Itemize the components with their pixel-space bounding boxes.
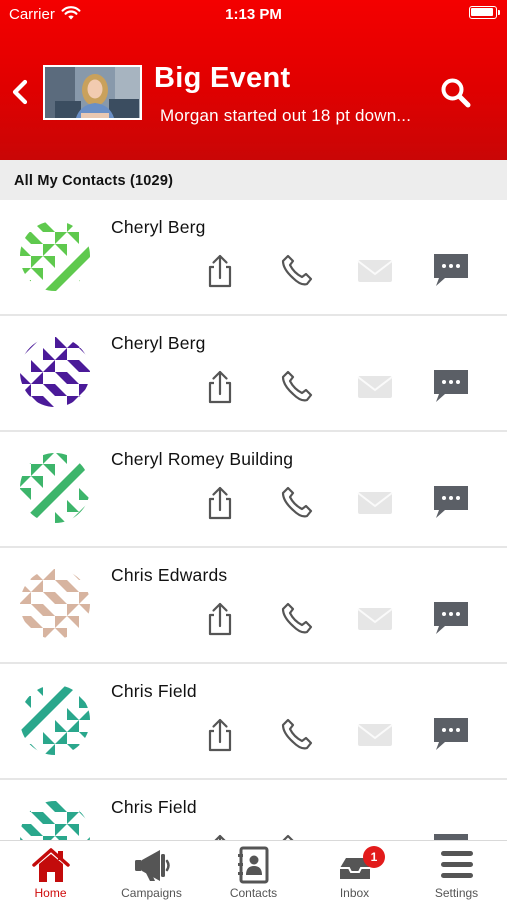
avatar <box>19 220 91 292</box>
search-icon[interactable] <box>437 74 475 112</box>
contact-row[interactable]: Cheryl Berg <box>0 200 507 316</box>
tab-label: Home <box>34 886 67 900</box>
share-icon[interactable] <box>200 598 240 638</box>
mail-icon <box>357 608 393 630</box>
share-icon[interactable] <box>200 366 240 406</box>
mail-icon <box>357 376 393 398</box>
mail-icon <box>357 492 393 514</box>
contacts-book-icon <box>238 846 269 884</box>
mail-icon <box>357 724 393 746</box>
tab-contacts[interactable]: Contacts <box>203 841 304 900</box>
phone-icon[interactable] <box>277 366 317 406</box>
event-photo-image <box>45 67 140 118</box>
contact-name: Cheryl Romey Building <box>111 449 294 469</box>
avatar <box>19 452 91 524</box>
page-subtitle: Morgan started out 18 pt down... <box>160 106 412 125</box>
home-icon <box>32 848 70 882</box>
contact-row[interactable]: Chris Field <box>0 664 507 780</box>
message-icon[interactable] <box>431 714 471 754</box>
contact-row[interactable]: Cheryl Romey Building <box>0 432 507 548</box>
back-chevron-icon[interactable] <box>8 76 32 108</box>
battery-icon <box>469 6 500 19</box>
share-icon[interactable] <box>200 714 240 754</box>
share-icon[interactable] <box>200 482 240 522</box>
message-icon[interactable] <box>431 482 471 522</box>
tab-home[interactable]: Home <box>0 841 101 900</box>
event-photo <box>43 65 142 120</box>
status-time: 1:13 PM <box>225 6 282 23</box>
status-bar: Carrier 1:13 PM <box>0 0 507 28</box>
avatar <box>19 684 91 756</box>
message-icon[interactable] <box>431 598 471 638</box>
tab-bar: Home Campaigns Contacts 1 Inbox Settings <box>0 840 507 900</box>
section-title: All My Contacts (1029) <box>14 173 174 189</box>
avatar-pattern <box>20 453 90 523</box>
avatar <box>19 336 91 408</box>
tab-label: Inbox <box>339 886 370 900</box>
contact-row[interactable]: Cheryl Berg <box>0 316 507 432</box>
tab-campaigns[interactable]: Campaigns <box>101 841 202 900</box>
avatar-pattern <box>20 337 90 407</box>
avatar-pattern <box>20 569 90 639</box>
mail-icon <box>357 260 393 282</box>
message-icon[interactable] <box>431 366 471 406</box>
contact-name: Chris Field <box>111 681 197 701</box>
contact-name: Chris Field <box>111 797 197 817</box>
tab-label: Settings <box>434 886 479 900</box>
avatar <box>19 568 91 640</box>
contact-name: Cheryl Berg <box>111 217 206 237</box>
avatar-pattern <box>20 685 90 755</box>
tab-inbox[interactable]: 1 Inbox <box>304 841 405 900</box>
contact-row[interactable]: Chris Edwards <box>0 548 507 664</box>
phone-icon[interactable] <box>277 714 317 754</box>
contact-name: Chris Edwards <box>111 565 228 585</box>
avatar-pattern <box>20 221 90 291</box>
tab-label: Contacts <box>229 886 278 900</box>
section-header: All My Contacts (1029) <box>0 160 507 200</box>
phone-icon[interactable] <box>277 482 317 522</box>
share-icon[interactable] <box>200 250 240 290</box>
phone-icon[interactable] <box>277 598 317 638</box>
app-header: Carrier 1:13 PM Big Event Morgan started… <box>0 0 507 160</box>
tab-label: Campaigns <box>121 886 182 900</box>
megaphone-icon <box>135 850 170 881</box>
contact-name: Cheryl Berg <box>111 333 206 353</box>
menu-icon <box>441 851 473 878</box>
page-title: Big Event <box>154 62 291 94</box>
message-icon[interactable] <box>431 250 471 290</box>
inbox-badge: 1 <box>363 846 385 868</box>
tab-settings[interactable]: Settings <box>406 841 507 900</box>
phone-icon[interactable] <box>277 250 317 290</box>
